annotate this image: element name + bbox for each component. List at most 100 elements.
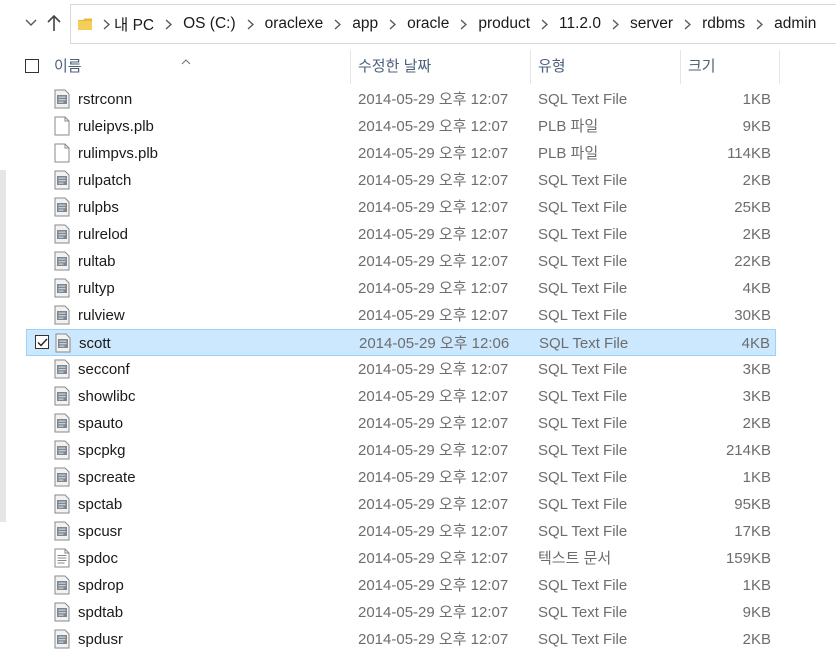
breadcrumb-segment[interactable]: 내 PC — [114, 13, 154, 35]
file-row[interactable]: rultyp 2014-05-29 오후 12:07 SQL Text File 4K… — [26, 275, 776, 302]
file-row[interactable]: rulimpvs.plb 2014-05-29 오후 12:07 PLB 파일 114… — [26, 140, 776, 167]
breadcrumb-chevron-icon[interactable] — [541, 19, 549, 30]
up-arrow-icon[interactable] — [43, 10, 65, 36]
file-modified-date: 2014-05-29 오후 12:07 — [358, 118, 509, 135]
file-name[interactable]: rulpatch — [78, 167, 131, 194]
file-name[interactable]: spcpkg — [78, 437, 126, 464]
select-all-checkbox[interactable] — [25, 59, 39, 73]
breadcrumb-segment[interactable]: 11.2.0 — [559, 15, 601, 33]
file-name[interactable]: spauto — [78, 410, 123, 437]
file-name[interactable]: secconf — [78, 356, 130, 383]
sql-file-icon — [53, 602, 71, 622]
file-name[interactable]: rulimpvs.plb — [78, 140, 158, 167]
file-name[interactable]: rstrconn — [78, 86, 132, 113]
breadcrumb-chevron-icon[interactable] — [389, 19, 397, 30]
file-type: SQL Text File — [538, 442, 628, 459]
column-header-name[interactable]: 이름 — [50, 50, 348, 84]
file-name[interactable]: showlibc — [78, 383, 136, 410]
sql-file-icon — [54, 333, 72, 353]
file-row[interactable]: rulrelod 2014-05-29 오후 12:07 SQL Text File… — [26, 221, 776, 248]
file-name[interactable]: spcreate — [78, 464, 136, 491]
breadcrumb-segment[interactable]: rdbms — [702, 15, 745, 33]
file-name[interactable]: rultyp — [78, 275, 115, 302]
nav-pane-scrollbar[interactable] — [0, 170, 6, 522]
file-row[interactable]: spdtab 2014-05-29 오후 12:07 SQL Text File 9K… — [26, 599, 776, 626]
breadcrumb-chevron-icon[interactable] — [612, 19, 619, 30]
file-type: PLB 파일 — [538, 145, 599, 162]
breadcrumb-segment[interactable]: product — [478, 15, 530, 33]
breadcrumb-segment[interactable]: admin — [774, 15, 816, 33]
breadcrumb-chevron-icon[interactable] — [684, 19, 692, 30]
breadcrumb-chevron-icon[interactable] — [460, 19, 468, 30]
file-name[interactable]: spcusr — [78, 518, 122, 545]
file-type: SQL Text File — [538, 199, 628, 216]
blank-file-icon — [53, 143, 71, 163]
file-name[interactable]: spdoc — [78, 545, 118, 572]
column-divider[interactable] — [779, 50, 780, 84]
file-row[interactable]: secconf 2014-05-29 오후 12:07 SQL Text File 3… — [26, 356, 776, 383]
file-size: 2KB — [742, 415, 771, 432]
file-row[interactable]: spdoc 2014-05-29 오후 12:07 텍스트 문서 159KB — [26, 545, 776, 572]
file-row[interactable]: scott 2014-05-29 오후 12:06 SQL Text File 4KB — [26, 329, 776, 356]
breadcrumb-segment[interactable]: OS (C:) — [183, 15, 236, 33]
file-name[interactable]: scott — [79, 330, 111, 357]
file-row[interactable]: spcusr 2014-05-29 오후 12:07 SQL Text File 17… — [26, 518, 776, 545]
sql-file-icon — [53, 305, 71, 325]
file-type: SQL Text File — [538, 523, 628, 540]
file-modified-date: 2014-05-29 오후 12:07 — [358, 172, 509, 189]
file-row[interactable]: spctab 2014-05-29 오후 12:07 SQL Text File 95… — [26, 491, 776, 518]
file-row[interactable]: spcreate 2014-05-29 오후 12:07 SQL Text File… — [26, 464, 776, 491]
column-header-type[interactable]: 유형 — [534, 50, 678, 84]
file-size: 4KB — [741, 335, 770, 352]
file-modified-date: 2014-05-29 오후 12:07 — [358, 199, 509, 216]
file-row[interactable]: ruleipvs.plb 2014-05-29 오후 12:07 PLB 파일 9KB — [26, 113, 776, 140]
file-size: 30KB — [734, 307, 771, 324]
file-name[interactable]: rultab — [78, 248, 116, 275]
file-name[interactable]: rulview — [78, 302, 125, 329]
file-row[interactable]: spauto 2014-05-29 오후 12:07 SQL Text File 2K… — [26, 410, 776, 437]
file-row[interactable]: spdrop 2014-05-29 오후 12:07 SQL Text File 1K… — [26, 572, 776, 599]
sql-file-icon — [53, 413, 71, 433]
breadcrumb-segment[interactable]: oraclexe — [265, 15, 324, 33]
column-divider[interactable] — [680, 50, 681, 84]
file-row[interactable]: rulview 2014-05-29 오후 12:07 SQL Text File 3… — [26, 302, 776, 329]
file-size: 3KB — [742, 361, 771, 378]
breadcrumb-chevron-icon[interactable] — [334, 19, 342, 30]
file-row[interactable]: spcpkg 2014-05-29 오후 12:07 SQL Text File 21… — [26, 437, 776, 464]
file-row[interactable]: rultab 2014-05-29 오후 12:07 SQL Text File 22… — [26, 248, 776, 275]
file-name[interactable]: spdusr — [78, 626, 123, 653]
file-size: 159KB — [725, 550, 771, 567]
file-name[interactable]: ruleipvs.plb — [78, 113, 154, 140]
file-modified-date: 2014-05-29 오후 12:07 — [358, 469, 509, 486]
breadcrumb-segment[interactable]: app — [352, 15, 378, 33]
sql-file-icon — [53, 575, 71, 595]
file-row[interactable]: rulpbs 2014-05-29 오후 12:07 SQL Text File 25… — [26, 194, 776, 221]
breadcrumb-chevron-icon[interactable] — [247, 19, 254, 30]
breadcrumb-chevron-icon[interactable] — [165, 19, 173, 30]
file-name[interactable]: spdrop — [78, 572, 124, 599]
column-divider[interactable] — [350, 50, 351, 84]
column-divider[interactable] — [530, 50, 531, 84]
breadcrumb-segment[interactable]: oracle — [407, 15, 449, 33]
file-name[interactable]: rulrelod — [78, 221, 128, 248]
row-checkbox[interactable] — [35, 335, 49, 349]
blank-file-icon — [53, 116, 71, 136]
file-name[interactable]: rulpbs — [78, 194, 119, 221]
recent-locations-chevron-icon[interactable] — [20, 10, 42, 36]
file-row[interactable]: showlibc 2014-05-29 오후 12:07 SQL Text File… — [26, 383, 776, 410]
file-row[interactable]: rstrconn 2014-05-29 오후 12:07 SQL Text File… — [26, 86, 776, 113]
breadcrumb-chevron-icon[interactable] — [756, 19, 764, 30]
file-name[interactable]: spdtab — [78, 599, 123, 626]
column-header-date[interactable]: 수정한 날짜 — [354, 50, 528, 84]
column-header: 이름 수정한 날짜 유형 크기 — [0, 50, 836, 84]
file-row[interactable]: rulpatch 2014-05-29 오후 12:07 SQL Text File… — [26, 167, 776, 194]
file-type: SQL Text File — [538, 280, 628, 297]
file-row[interactable]: spdusr 2014-05-29 오후 12:07 SQL Text File 2K… — [26, 626, 776, 653]
sql-file-icon — [53, 170, 71, 190]
breadcrumb-chevron-icon[interactable] — [103, 19, 110, 30]
column-header-size[interactable]: 크기 — [684, 50, 778, 84]
text-file-icon — [53, 548, 71, 568]
address-bar[interactable]: 내 PC OS (C:) oraclexe app oracle product 11.2.… — [70, 4, 836, 44]
breadcrumb-segment[interactable]: server — [630, 15, 673, 33]
file-name[interactable]: spctab — [78, 491, 122, 518]
